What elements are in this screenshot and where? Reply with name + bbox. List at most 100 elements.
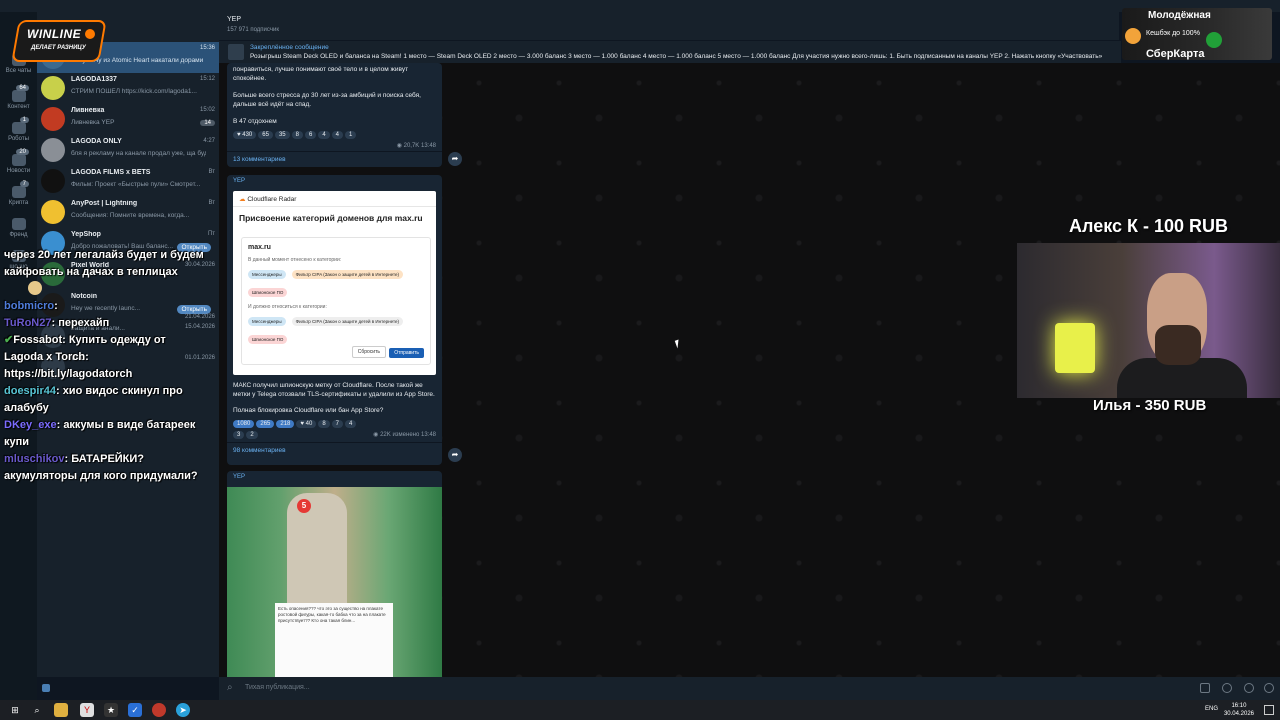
chat-item[interactable]: LAGODA1337 СТРИМ ПОШЕЛ https://kick.com/…: [37, 73, 219, 104]
channel-post: YEP 5 Есть опасения??? что это за сущест…: [227, 471, 442, 681]
forward-icon[interactable]: ➦: [448, 448, 462, 462]
subscriber-count: 157 971 подписчик: [227, 27, 279, 33]
post-text: Полная блокировка Cloudflare или бан App…: [233, 407, 384, 414]
reaction[interactable]: 6: [304, 131, 317, 139]
calendar-icon[interactable]: [1200, 683, 1210, 693]
post-photo[interactable]: 5 Есть опасения??? что это за существо н…: [227, 487, 442, 679]
window-top-strip: [0, 0, 1280, 12]
reaction[interactable]: 35: [274, 131, 290, 139]
chat-item[interactable]: Ливневка Ливневка YEP 15:02 14: [37, 104, 219, 135]
emoji-icon[interactable]: [1244, 683, 1254, 693]
cam-light: [1055, 323, 1095, 373]
channel-header[interactable]: YEP 157 971 подписчик: [219, 12, 1119, 40]
reaction-heart[interactable]: ♥ 430: [233, 131, 257, 139]
chat-line: doespir44: хио видос скинул про: [4, 383, 220, 400]
reactions: ♥ 430 65 35 8 6 4 4 1: [227, 128, 442, 142]
reaction-count: 430: [242, 132, 253, 138]
reaction[interactable]: 4: [331, 131, 343, 139]
folder-friends[interactable]: Френд: [0, 216, 37, 244]
reaction-count: 218: [280, 421, 291, 427]
taskbar: ⊞ ⌕ Y ★ ✓ ➤ ENG 16:10 30.04.2026: [0, 700, 1280, 720]
forward-icon[interactable]: ➦: [448, 152, 462, 166]
reaction-count: 8: [322, 421, 326, 427]
reaction[interactable]: 8: [318, 420, 330, 428]
comments-link[interactable]: 13 комментариев: [227, 151, 442, 167]
reaction[interactable]: 8: [291, 131, 303, 139]
attach-icon[interactable]: ⌕: [227, 682, 233, 693]
folder-news[interactable]: 20 Новости: [0, 149, 37, 180]
search-icon[interactable]: ⌕: [30, 703, 44, 717]
composer-placeholder[interactable]: Тихая публикация...: [245, 684, 310, 691]
chat-text: : аккумы в виде батареек: [56, 419, 196, 431]
chat-item[interactable]: AnyPost | Lightning Сообщения: Помните в…: [37, 197, 219, 228]
chat-line: акумуляторы для кого придумали?: [4, 468, 220, 485]
reaction[interactable]: 265: [256, 420, 275, 428]
reaction[interactable]: 218: [276, 420, 295, 428]
chat-name: LAGODA FILMS x BETS: [71, 169, 151, 176]
chat-item[interactable]: LAGODA FILMS x BETS Фильм: Проект «Быстр…: [37, 166, 219, 197]
cf-header: ☁ Cloudflare Radar: [233, 191, 436, 207]
folder-label: Все чаты: [5, 68, 32, 74]
folder-crypto[interactable]: 7 Крипта: [0, 181, 37, 212]
yandex-browser-icon[interactable]: Y: [80, 703, 94, 717]
post-channel: YEP: [233, 178, 246, 184]
cf-domain: max.ru: [248, 244, 271, 251]
pinned-message[interactable]: Закреплённое сообщение Розыгрыш Steam De…: [219, 40, 1121, 63]
avatar: [41, 138, 65, 162]
chat-name: YepShop: [71, 231, 101, 238]
cloudflare-screenshot[interactable]: ☁ Cloudflare Radar Присвоение категорий …: [233, 191, 436, 375]
folder-robots[interactable]: 1 Роботы: [0, 117, 37, 148]
voice-icon[interactable]: [1264, 683, 1274, 693]
reaction[interactable]: 2: [246, 431, 258, 439]
chat-line: Lagoda x Torch:: [4, 349, 220, 366]
app-icon[interactable]: ★: [104, 703, 118, 717]
notification-icon[interactable]: [1264, 705, 1274, 715]
windows-icon[interactable]: ⊞: [8, 703, 22, 717]
folder-label: Новости: [6, 168, 31, 174]
reaction[interactable]: 65: [258, 131, 273, 139]
chat-time: Вт: [208, 169, 215, 175]
language-indicator[interactable]: ENG: [1205, 706, 1218, 712]
webcam-feed: [1017, 243, 1280, 398]
reaction[interactable]: 4: [345, 420, 357, 428]
post-meta: ◉ 20,7K 13:48: [227, 142, 442, 151]
reaction[interactable]: 3: [233, 431, 245, 439]
comments-link[interactable]: 98 комментариев: [227, 442, 442, 458]
reaction-count: 265: [260, 421, 271, 427]
reaction[interactable]: 7: [331, 420, 343, 428]
logo-brand: WINLINE: [27, 27, 82, 41]
chat-name: AnyPost | Lightning: [71, 200, 138, 207]
post-text: МАКС получил шпионскую метку от Cloudfla…: [233, 382, 435, 398]
chat-name: LAGODA ONLY: [71, 138, 122, 145]
clock[interactable]: 16:10 30.04.2026: [1224, 702, 1254, 718]
chat-text: алабубу: [4, 402, 49, 414]
reaction[interactable]: 1: [345, 131, 357, 139]
app-icon[interactable]: ✓: [128, 703, 142, 717]
channel-post: понравиться, лучше понимают своё тело и …: [227, 63, 442, 167]
chat-line: кайфовать на дачах в теплицах: [4, 264, 220, 281]
mouse-cursor: [674, 339, 682, 349]
post-channel: YEP: [233, 474, 246, 480]
shield-icon[interactable]: [42, 684, 50, 692]
folder-content[interactable]: 64 Контент: [0, 85, 37, 116]
logo-slogan: ДЕЛАЕТ РАЗНИЦУ: [31, 45, 86, 51]
reaction-count: 4: [335, 132, 339, 138]
folder-icon[interactable]: [54, 703, 68, 717]
mute-icon[interactable]: [1222, 683, 1232, 693]
reaction-count: 2: [250, 432, 254, 438]
cf-tag: Мессенджеры: [248, 317, 286, 326]
chat-preview: Фильм: Проект «Быстрые пули» Смотрет...: [71, 181, 201, 188]
reaction[interactable]: ♥ 40: [296, 420, 317, 428]
ad-banner: Молодёжная Кешбэк до 100% СберКарта: [1122, 8, 1272, 60]
cf-tag: Шпионское ПО: [248, 288, 288, 297]
chat-line: https://bit.ly/lagodatorch: [4, 366, 220, 383]
donation-label: Алекс К - 100 RUB: [1069, 216, 1229, 236]
reaction[interactable]: 1080: [233, 420, 255, 428]
burger-king-logo: [1125, 28, 1141, 44]
reaction[interactable]: 4: [318, 131, 330, 139]
chat-preview: СТРИМ ПОШЕЛ https://kick.com/lagoda1...: [71, 88, 197, 95]
pinned-thumbnail: [228, 44, 244, 60]
obs-icon[interactable]: [152, 703, 166, 717]
chat-item[interactable]: LAGODA ONLY бля я рекламу на канале прод…: [37, 135, 219, 166]
telegram-icon[interactable]: ➤: [176, 703, 190, 717]
